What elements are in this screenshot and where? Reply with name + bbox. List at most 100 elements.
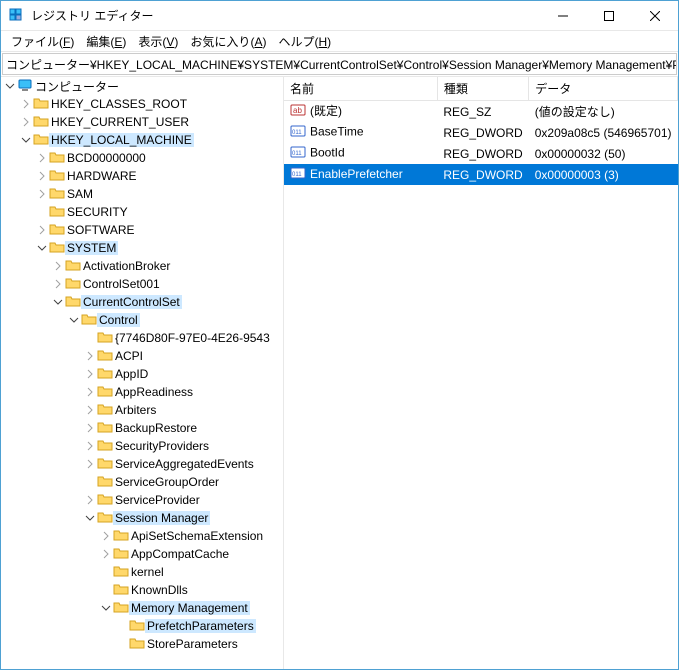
registry-editor-window: レジストリ エディター ファイル(F) 編集(E) 表示(V) お気に入り(A)… bbox=[0, 0, 679, 670]
chevron-down-icon[interactable] bbox=[83, 511, 97, 525]
value-name: BootId bbox=[310, 146, 345, 160]
tree-node-currentcontrolset[interactable]: CurrentControlSet bbox=[51, 293, 283, 311]
tree-node[interactable]: HARDWARE bbox=[35, 167, 283, 185]
list-item[interactable]: 011BaseTimeREG_DWORD0x209a08c5 (54696570… bbox=[284, 122, 678, 143]
list-item[interactable]: 011EnablePrefetcherREG_DWORD0x00000003 (… bbox=[284, 164, 678, 185]
tree-node[interactable]: {7746D80F-97E0-4E26-9543 bbox=[83, 329, 283, 347]
folder-icon bbox=[49, 185, 65, 204]
chevron-right-icon[interactable] bbox=[51, 259, 65, 273]
folder-icon bbox=[97, 383, 113, 402]
tree-node[interactable]: StoreParameters bbox=[115, 635, 283, 653]
chevron-right-icon[interactable] bbox=[83, 403, 97, 417]
chevron-right-icon[interactable] bbox=[19, 97, 33, 111]
value-data: (値の設定なし) bbox=[529, 101, 678, 123]
column-name[interactable]: 名前 bbox=[284, 77, 437, 101]
menu-edit[interactable]: 編集(E) bbox=[80, 32, 132, 51]
folder-icon bbox=[49, 149, 65, 168]
tree-node[interactable]: BackupRestore bbox=[83, 419, 283, 437]
chevron-right-icon[interactable] bbox=[35, 151, 49, 165]
list-item[interactable]: ab(既定)REG_SZ(値の設定なし) bbox=[284, 101, 678, 123]
tree-node[interactable]: ControlSet001 bbox=[51, 275, 283, 293]
chevron-right-icon[interactable] bbox=[83, 349, 97, 363]
svg-text:011: 011 bbox=[292, 151, 302, 157]
chevron-right-icon[interactable] bbox=[35, 187, 49, 201]
folder-icon bbox=[33, 113, 49, 132]
chevron-down-icon[interactable] bbox=[51, 295, 65, 309]
tree-node-hklm[interactable]: HKEY_LOCAL_MACHINE bbox=[19, 131, 283, 149]
tree-view[interactable]: コンピューター HKEY_CLASSES_ROOT HKEY_CURRENT_U… bbox=[1, 77, 284, 669]
tree-node-hkcu[interactable]: HKEY_CURRENT_USER bbox=[19, 113, 283, 131]
tree-node-system[interactable]: SYSTEM bbox=[35, 239, 283, 257]
chevron-right-icon[interactable] bbox=[99, 547, 113, 561]
tree-node[interactable]: ServiceAggregatedEvents bbox=[83, 455, 283, 473]
tree-node[interactable]: SAM bbox=[35, 185, 283, 203]
chevron-right-icon[interactable] bbox=[83, 439, 97, 453]
menu-favorites[interactable]: お気に入り(A) bbox=[184, 32, 272, 51]
chevron-right-icon[interactable] bbox=[35, 223, 49, 237]
chevron-right-icon[interactable] bbox=[35, 169, 49, 183]
chevron-right-icon[interactable] bbox=[99, 529, 113, 543]
app-icon bbox=[9, 8, 25, 24]
tree-node[interactable]: ServiceGroupOrder bbox=[83, 473, 283, 491]
tree-node[interactable]: Arbiters bbox=[83, 401, 283, 419]
chevron-down-icon[interactable] bbox=[19, 133, 33, 147]
binary-value-icon: 011 bbox=[290, 144, 306, 163]
tree-node[interactable]: ACPI bbox=[83, 347, 283, 365]
folder-icon bbox=[97, 365, 113, 384]
chevron-right-icon[interactable] bbox=[83, 457, 97, 471]
tree-node[interactable]: SecurityProviders bbox=[83, 437, 283, 455]
chevron-right-icon[interactable] bbox=[83, 367, 97, 381]
svg-text:011: 011 bbox=[292, 130, 302, 136]
svg-text:011: 011 bbox=[292, 172, 302, 178]
chevron-right-icon[interactable] bbox=[83, 493, 97, 507]
address-text: コンピューター¥HKEY_LOCAL_MACHINE¥SYSTEM¥Curren… bbox=[6, 56, 677, 73]
close-button[interactable] bbox=[632, 1, 678, 31]
chevron-down-icon[interactable] bbox=[99, 601, 113, 615]
values-list[interactable]: 名前 種類 データ ab(既定)REG_SZ(値の設定なし)011BaseTim… bbox=[284, 77, 678, 669]
value-name: EnablePrefetcher bbox=[310, 167, 403, 181]
value-type: REG_DWORD bbox=[437, 164, 528, 185]
tree-node-sessionmanager[interactable]: Session Manager bbox=[83, 509, 283, 527]
folder-icon bbox=[49, 221, 65, 240]
chevron-right-icon[interactable] bbox=[19, 115, 33, 129]
chevron-down-icon[interactable] bbox=[35, 241, 49, 255]
tree-node[interactable]: KnownDlls bbox=[99, 581, 283, 599]
tree-node[interactable]: SECURITY bbox=[35, 203, 283, 221]
folder-icon bbox=[113, 563, 129, 582]
menubar: ファイル(F) 編集(E) 表示(V) お気に入り(A) ヘルプ(H) bbox=[1, 31, 678, 52]
tree-node[interactable]: SOFTWARE bbox=[35, 221, 283, 239]
value-type: REG_DWORD bbox=[437, 143, 528, 164]
string-value-icon: ab bbox=[290, 102, 306, 121]
tree-node[interactable]: ServiceProvider bbox=[83, 491, 283, 509]
tree-node-control[interactable]: Control bbox=[67, 311, 283, 329]
chevron-right-icon[interactable] bbox=[83, 385, 97, 399]
tree-node[interactable]: AppCompatCache bbox=[99, 545, 283, 563]
tree-node-hkcr[interactable]: HKEY_CLASSES_ROOT bbox=[19, 95, 283, 113]
minimize-button[interactable] bbox=[540, 1, 586, 31]
column-type[interactable]: 種類 bbox=[437, 77, 528, 101]
maximize-button[interactable] bbox=[586, 1, 632, 31]
folder-icon bbox=[81, 311, 97, 330]
tree-node[interactable]: BCD00000000 bbox=[35, 149, 283, 167]
folder-icon bbox=[33, 95, 49, 114]
column-data[interactable]: データ bbox=[529, 77, 678, 101]
tree-node-prefetchparameters[interactable]: PrefetchParameters bbox=[115, 617, 283, 635]
tree-node-memorymanagement[interactable]: Memory Management bbox=[99, 599, 283, 617]
menu-file[interactable]: ファイル(F) bbox=[5, 32, 80, 51]
titlebar: レジストリ エディター bbox=[1, 1, 678, 31]
chevron-right-icon[interactable] bbox=[51, 277, 65, 291]
tree-node[interactable]: kernel bbox=[99, 563, 283, 581]
chevron-down-icon[interactable] bbox=[67, 313, 81, 327]
list-item[interactable]: 011BootIdREG_DWORD0x00000032 (50) bbox=[284, 143, 678, 164]
chevron-down-icon[interactable] bbox=[3, 79, 17, 93]
menu-view[interactable]: 表示(V) bbox=[132, 32, 184, 51]
menu-help[interactable]: ヘルプ(H) bbox=[272, 32, 337, 51]
tree-node[interactable]: ApiSetSchemaExtension bbox=[99, 527, 283, 545]
binary-value-icon: 011 bbox=[290, 165, 306, 184]
tree-node-computer[interactable]: コンピューター bbox=[3, 77, 283, 95]
tree-node[interactable]: AppID bbox=[83, 365, 283, 383]
chevron-right-icon[interactable] bbox=[83, 421, 97, 435]
tree-node[interactable]: AppReadiness bbox=[83, 383, 283, 401]
tree-node[interactable]: ActivationBroker bbox=[51, 257, 283, 275]
address-bar[interactable]: コンピューター¥HKEY_LOCAL_MACHINE¥SYSTEM¥Curren… bbox=[2, 53, 677, 75]
